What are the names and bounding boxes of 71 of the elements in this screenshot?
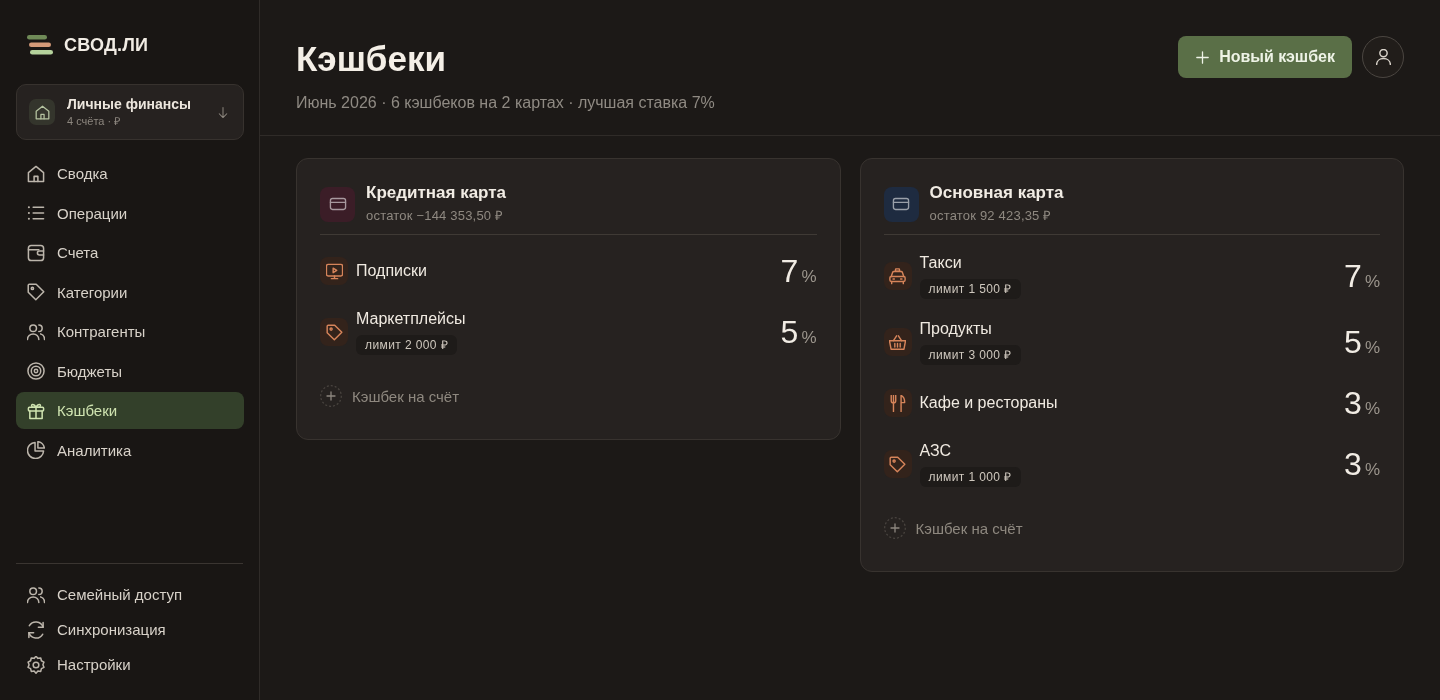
home-icon [29, 99, 55, 125]
nav-item[interactable]: Сводка [16, 155, 244, 192]
rate-unit: % [801, 267, 817, 287]
workspace-name: Личные финансы [67, 96, 191, 113]
rate-value: 3 [1344, 446, 1362, 482]
nav-item[interactable]: Аналитика [16, 431, 244, 469]
limit-chip: лимит 2 000 ₽ [356, 335, 458, 355]
plus-icon [1196, 50, 1210, 64]
rate-value: 5 [1344, 324, 1362, 360]
page-title: Кэшбеки [296, 38, 447, 80]
rate-value: 7 [1344, 258, 1362, 294]
basket-icon [883, 328, 912, 356]
nav-item[interactable]: Операции [16, 194, 244, 232]
add-cashback-button[interactable]: Кэшбек на счёт [320, 381, 460, 411]
rate-unit: % [1364, 399, 1380, 419]
rate-unit: % [1364, 338, 1380, 358]
refresh-icon [27, 620, 45, 639]
rate-value: 7 [780, 253, 799, 289]
card-title: Основная карта [929, 183, 1064, 203]
add-cashback-button[interactable]: Кэшбек на счёт [883, 513, 1023, 543]
rate-value: 3 [1344, 385, 1362, 421]
nav-item[interactable]: Семейный доступ [16, 578, 244, 611]
car-icon [883, 262, 912, 290]
page-subtitle: Июнь 2026 · 6 кэшбеков на 2 картах · лучшая ставка 7% [296, 93, 715, 113]
rate-value: 5 [780, 314, 799, 350]
plus-icon [320, 385, 342, 407]
rate-unit: % [1364, 460, 1380, 480]
logo-text: СВОД.ЛИ [64, 34, 149, 56]
pie-chart-icon [27, 441, 45, 459]
people-icon [27, 322, 45, 341]
limit-chip: лимит 1 500 ₽ [919, 279, 1021, 299]
target-icon [27, 362, 45, 380]
logo-icon [27, 35, 53, 55]
card-balance: остаток 92 423,35 ₽ [929, 207, 1053, 225]
limit-chip: лимит 3 000 ₽ [919, 345, 1021, 365]
nav-item[interactable]: Настройки [16, 648, 244, 681]
nav-item[interactable]: Синхронизация [16, 613, 244, 646]
category-name: Маркетплейсы [356, 309, 466, 329]
rate-unit: % [801, 328, 817, 348]
limit-chip: лимит 1 000 ₽ [919, 467, 1021, 487]
plus-icon [883, 517, 906, 539]
new-cashback-button[interactable]: Новый кэшбек [1178, 36, 1352, 78]
category-name: Кафе и рестораны [919, 393, 1058, 413]
profile-button[interactable] [1362, 36, 1404, 78]
settings-icon [27, 655, 45, 674]
nav-item[interactable]: Категории [16, 273, 244, 311]
nav-item[interactable]: Кэшбеки [16, 392, 244, 429]
user-icon [1375, 49, 1391, 65]
tag-icon [883, 450, 912, 478]
nav-item[interactable]: Счета [16, 234, 244, 271]
rate-unit: % [1364, 272, 1380, 292]
monitor-play-icon [320, 257, 348, 285]
workspace-meta: 4 счёта · ₽ [67, 115, 122, 128]
tag-icon [320, 318, 348, 346]
nav-item[interactable]: Контрагенты [16, 313, 244, 350]
category-name: Продукты [919, 319, 992, 339]
category-name: Подписки [356, 261, 427, 281]
card-title: Кредитная карта [366, 183, 507, 203]
arrow-down-icon [217, 105, 229, 119]
workspace-selector[interactable]: Личные финансы 4 счёта · ₽ [16, 84, 244, 140]
gift-icon [27, 401, 45, 420]
home-icon [27, 164, 45, 183]
people-icon [27, 585, 45, 604]
fork-knife-icon [883, 389, 912, 417]
nav-item[interactable]: Бюджеты [16, 352, 244, 390]
tag-icon [27, 283, 45, 301]
list-icon [27, 204, 45, 222]
card-balance: остаток −144 353,50 ₽ [366, 207, 505, 225]
category-name: АЗС [919, 441, 952, 461]
wallet-icon [27, 243, 45, 262]
category-name: Такси [919, 253, 962, 273]
